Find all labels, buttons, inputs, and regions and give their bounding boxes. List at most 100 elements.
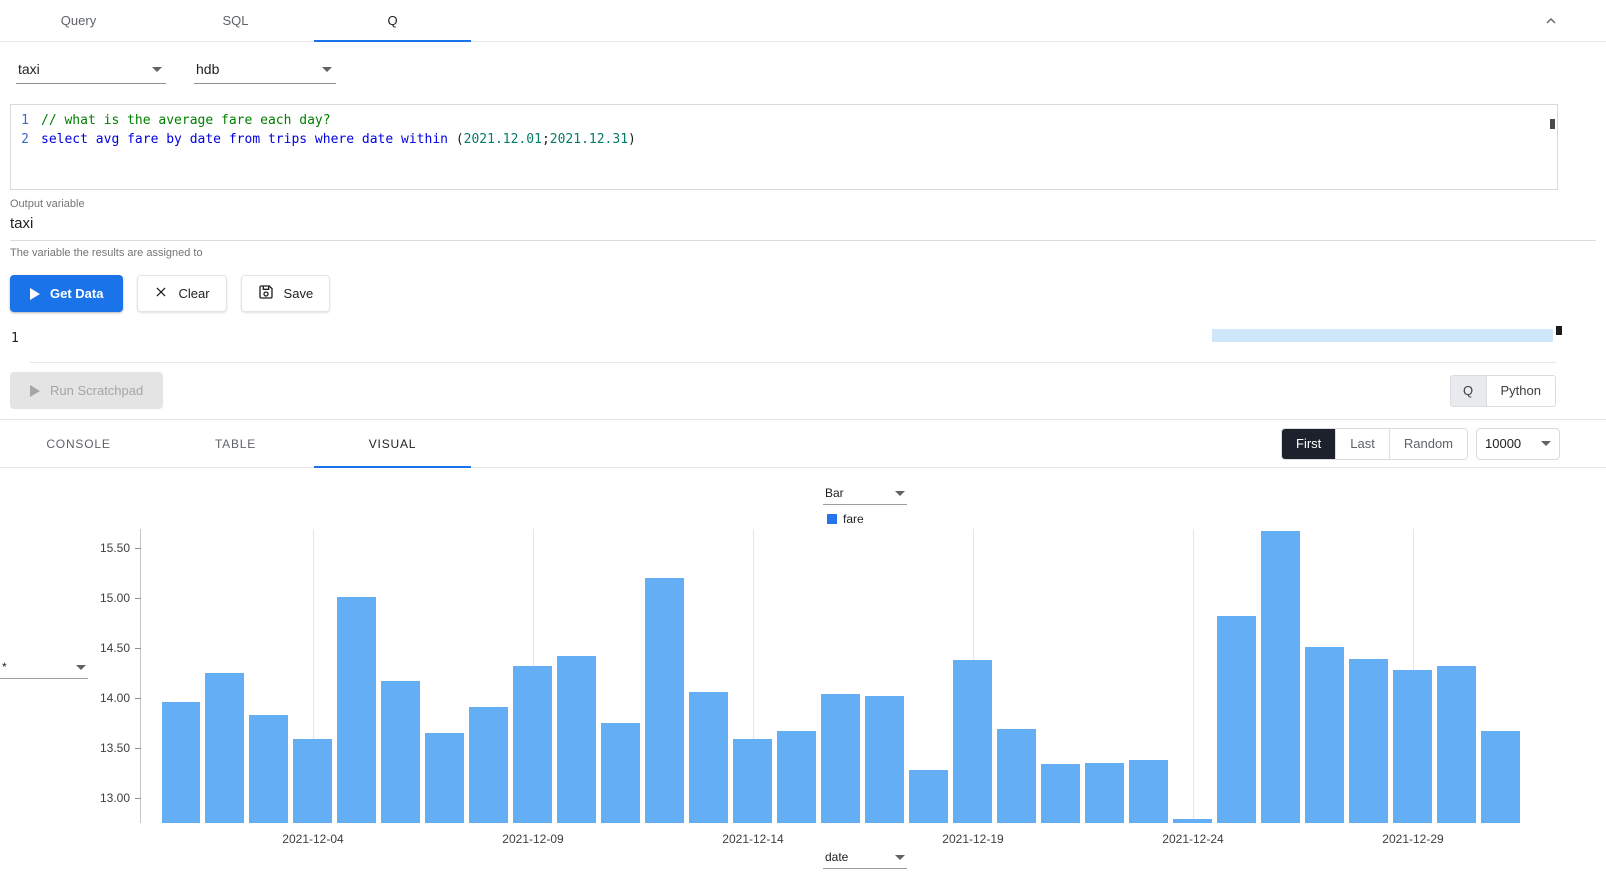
chevron-down-icon bbox=[76, 665, 86, 670]
query-code-editor[interactable]: 1// what is the average fare each day?2s… bbox=[10, 104, 1558, 190]
y-tick-label: 13.00 bbox=[100, 791, 130, 805]
scratchpad-line-border bbox=[30, 362, 1556, 363]
bar[interactable] bbox=[1437, 666, 1476, 823]
bar[interactable] bbox=[337, 597, 376, 823]
language-q-button[interactable]: Q bbox=[1451, 376, 1487, 406]
visual-panel: Bar fare * 13.0013.5014.0014.5015.0015.5… bbox=[0, 468, 1606, 890]
bar[interactable] bbox=[645, 578, 684, 823]
bars-container bbox=[141, 529, 1540, 823]
sampling-random-button[interactable]: Random bbox=[1390, 429, 1467, 459]
bar[interactable] bbox=[249, 715, 288, 823]
run-row: Run Scratchpad Q Python bbox=[0, 364, 1606, 419]
editor-line: 1// what is the average fare each day? bbox=[11, 111, 1557, 130]
y-axis-field-select[interactable]: * bbox=[0, 658, 88, 679]
bar[interactable] bbox=[469, 707, 508, 823]
y-tick-label: 13.50 bbox=[100, 741, 130, 755]
bar[interactable] bbox=[997, 729, 1036, 823]
get-data-label: Get Data bbox=[50, 286, 103, 301]
top-tab-bar: QuerySQLQ bbox=[0, 0, 1606, 42]
editor-lines: 1// what is the average fare each day?2s… bbox=[11, 111, 1557, 149]
tab-sql[interactable]: SQL bbox=[157, 0, 314, 41]
clear-x-icon bbox=[154, 285, 168, 302]
result-tab-console[interactable]: CONSOLE bbox=[0, 420, 157, 467]
output-variable-helper-text: The variable the results are assigned to bbox=[10, 241, 1596, 259]
scratchpad-editor[interactable]: 1 bbox=[0, 326, 1606, 364]
tab-query[interactable]: Query bbox=[0, 0, 157, 41]
connection-row: taxi hdb bbox=[0, 42, 1606, 102]
y-tick-label: 14.50 bbox=[100, 641, 130, 655]
bar[interactable] bbox=[381, 681, 420, 823]
x-axis-field-value: date bbox=[825, 850, 848, 864]
collapse-panel-button[interactable] bbox=[1542, 13, 1560, 29]
x-tick-label: 2021-12-29 bbox=[1382, 832, 1443, 846]
bar[interactable] bbox=[162, 702, 201, 823]
bar[interactable] bbox=[1393, 670, 1432, 823]
bar[interactable] bbox=[909, 770, 948, 823]
output-variable-input[interactable]: taxi bbox=[10, 210, 1596, 241]
chart-type-select[interactable]: Bar bbox=[823, 484, 907, 505]
save-label: Save bbox=[284, 286, 314, 301]
sampling-first-button[interactable]: First bbox=[1282, 429, 1336, 459]
output-variable-block: Output variable taxi The variable the re… bbox=[10, 198, 1596, 259]
table-select[interactable]: hdb bbox=[194, 56, 336, 84]
chevron-down-icon bbox=[895, 855, 905, 860]
scratchpad-scrollbar-thumb[interactable] bbox=[1556, 326, 1562, 335]
y-tick-label: 15.00 bbox=[100, 591, 130, 605]
bar[interactable] bbox=[1129, 760, 1168, 823]
chart-legend: fare bbox=[827, 512, 864, 526]
language-toggle: Q Python bbox=[1450, 375, 1556, 407]
save-floppy-icon bbox=[258, 284, 274, 303]
clear-button[interactable]: Clear bbox=[137, 275, 226, 312]
bar[interactable] bbox=[1305, 647, 1344, 823]
bar[interactable] bbox=[557, 656, 596, 823]
bar[interactable] bbox=[1261, 531, 1300, 823]
run-scratchpad-button[interactable]: Run Scratchpad bbox=[10, 372, 163, 409]
tab-q[interactable]: Q bbox=[314, 0, 471, 41]
database-select[interactable]: taxi bbox=[16, 56, 166, 84]
action-buttons-row: Get Data Clear Save bbox=[0, 259, 1606, 326]
bar[interactable] bbox=[865, 696, 904, 823]
play-icon bbox=[30, 385, 40, 397]
row-limit-value: 10000 bbox=[1485, 436, 1521, 451]
bar[interactable] bbox=[733, 739, 772, 823]
bar[interactable] bbox=[1173, 819, 1212, 823]
x-tick-label: 2021-12-19 bbox=[942, 832, 1003, 846]
clear-label: Clear bbox=[178, 286, 209, 301]
bar[interactable] bbox=[1085, 763, 1124, 823]
legend-swatch bbox=[827, 514, 837, 524]
sampling-last-button[interactable]: Last bbox=[1336, 429, 1390, 459]
line-number: 2 bbox=[11, 130, 41, 149]
editor-line: 2select avg fare by date from trips wher… bbox=[11, 130, 1557, 149]
editor-scrollbar-thumb[interactable] bbox=[1550, 119, 1555, 129]
x-axis-field-select[interactable]: date bbox=[823, 848, 907, 869]
result-tab-visual[interactable]: VISUAL bbox=[314, 420, 471, 467]
chevron-down-icon bbox=[1541, 441, 1551, 446]
bar[interactable] bbox=[205, 673, 244, 823]
row-limit-select[interactable]: 10000 bbox=[1476, 428, 1560, 460]
bar[interactable] bbox=[1217, 616, 1256, 823]
bar[interactable] bbox=[689, 692, 728, 823]
bar[interactable] bbox=[953, 660, 992, 823]
result-tab-bar: CONSOLETABLEVISUAL FirstLastRandom 10000 bbox=[0, 420, 1606, 468]
bar[interactable] bbox=[1041, 764, 1080, 823]
bar[interactable] bbox=[601, 723, 640, 823]
bar[interactable] bbox=[1349, 659, 1388, 823]
x-tick-label: 2021-12-24 bbox=[1162, 832, 1223, 846]
bar[interactable] bbox=[425, 733, 464, 823]
bar[interactable] bbox=[821, 694, 860, 823]
bar[interactable] bbox=[513, 666, 552, 823]
get-data-button[interactable]: Get Data bbox=[10, 275, 123, 312]
language-python-button[interactable]: Python bbox=[1487, 376, 1555, 406]
chevron-down-icon bbox=[895, 491, 905, 496]
line-number: 1 bbox=[11, 111, 41, 130]
bar[interactable] bbox=[777, 731, 816, 823]
output-variable-label: Output variable bbox=[10, 198, 1596, 210]
bar[interactable] bbox=[1481, 731, 1520, 823]
code-text: select avg fare by date from trips where… bbox=[41, 130, 636, 149]
chevron-down-icon bbox=[322, 67, 332, 72]
legend-label: fare bbox=[843, 512, 864, 526]
result-tab-table[interactable]: TABLE bbox=[157, 420, 314, 467]
save-button[interactable]: Save bbox=[241, 275, 331, 312]
bar[interactable] bbox=[293, 739, 332, 823]
scratchpad-line-number: 1 bbox=[11, 331, 19, 346]
